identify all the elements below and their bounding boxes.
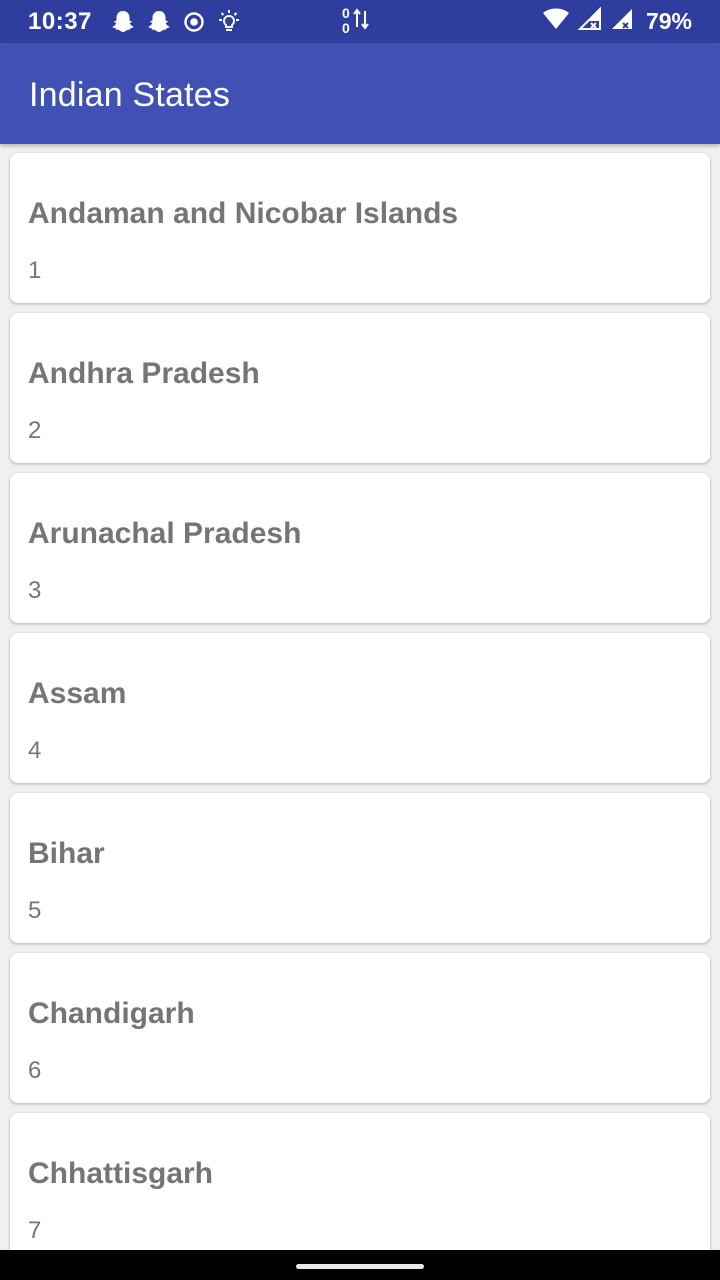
data-down-count: 0 [342, 19, 350, 36]
state-name: Chhattisgarh [28, 1157, 214, 1190]
snapchat-icon [146, 9, 172, 35]
data-activity-indicator: 0 0 [342, 5, 369, 36]
data-up-count: 0 [342, 4, 350, 21]
wifi-icon [542, 7, 570, 36]
state-number: 3 [28, 577, 42, 604]
state-number: 1 [28, 257, 42, 284]
battery-percentage: 79% [645, 8, 692, 34]
home-gesture-handle[interactable] [296, 1264, 424, 1269]
brightness-icon [216, 9, 242, 35]
status-time: 10:37 [28, 7, 92, 35]
app-title: Indian States [29, 76, 231, 114]
states-list[interactable]: Andaman and Nicobar Islands 1 Andhra Pra… [0, 144, 720, 1250]
status-bar: 10:37 0 0 79% [0, 0, 720, 43]
record-icon [182, 10, 206, 34]
state-name: Andaman and Nicobar Islands [28, 197, 459, 230]
state-number: 4 [28, 737, 42, 764]
state-name: Andhra Pradesh [28, 357, 260, 390]
notification-icons [110, 9, 242, 35]
state-card[interactable]: Andaman and Nicobar Islands 1 [10, 153, 710, 303]
signal-icon [576, 6, 602, 36]
state-number: 5 [28, 897, 42, 924]
navigation-bar [0, 1250, 720, 1280]
state-card[interactable]: Chandigarh 6 [10, 953, 710, 1103]
system-status: 79% [542, 0, 692, 43]
state-card[interactable]: Bihar 5 [10, 793, 710, 943]
state-card[interactable]: Assam 4 [10, 633, 710, 783]
state-name: Arunachal Pradesh [28, 517, 302, 550]
state-number: 7 [28, 1217, 42, 1244]
snapchat-icon [110, 9, 136, 35]
state-name: Assam [28, 677, 127, 710]
signal-icon [608, 7, 634, 36]
state-name: Bihar [28, 837, 105, 870]
state-card[interactable]: Arunachal Pradesh 3 [10, 473, 710, 623]
state-name: Chandigarh [28, 997, 195, 1030]
app-bar: Indian States [0, 43, 720, 144]
state-number: 6 [28, 1057, 42, 1084]
state-card[interactable]: Chhattisgarh 7 [10, 1113, 710, 1250]
data-arrows-icon [352, 5, 369, 36]
state-card[interactable]: Andhra Pradesh 2 [10, 313, 710, 463]
state-number: 2 [28, 417, 42, 444]
